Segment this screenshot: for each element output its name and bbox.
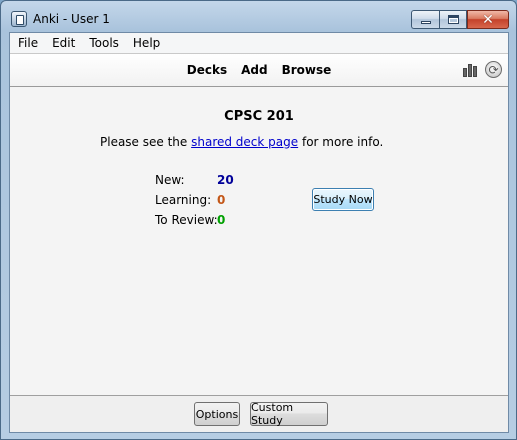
maximize-button[interactable] <box>439 10 467 29</box>
top-toolbar: Decks Add Browse ⟳ <box>10 53 508 87</box>
learning-count: 0 <box>217 193 226 207</box>
learning-label: Learning: <box>155 193 212 207</box>
custom-study-button[interactable]: Custom Study <box>250 401 328 427</box>
window-title: Anki - User 1 <box>33 12 110 26</box>
minimize-icon <box>420 21 431 24</box>
decks-link[interactable]: Decks <box>187 63 227 77</box>
title-bar[interactable]: Anki - User 1 ✕ <box>1 1 516 32</box>
close-icon: ✕ <box>482 11 494 28</box>
info-prefix: Please see the <box>100 135 188 149</box>
new-label: New: <box>155 173 185 187</box>
bottom-bar: Options Custom Study <box>10 395 508 432</box>
menu-file[interactable]: File <box>10 33 45 53</box>
info-suffix: for more info. <box>301 135 384 149</box>
options-button[interactable]: Options <box>194 402 240 426</box>
close-button[interactable]: ✕ <box>467 10 509 29</box>
maximize-icon <box>447 15 459 24</box>
study-now-button[interactable]: Study Now <box>312 188 374 211</box>
review-label: To Review: <box>155 213 218 227</box>
menu-edit[interactable]: Edit <box>45 33 82 53</box>
anki-app-icon[interactable] <box>11 11 27 27</box>
add-link[interactable]: Add <box>241 63 267 77</box>
menu-tools[interactable]: Tools <box>82 33 126 53</box>
deck-title: CPSC 201 <box>224 109 294 124</box>
client-area: File Edit Tools Help Decks Add Browse ⟳ … <box>9 32 509 433</box>
deck-overview: CPSC 201 Please see the shared deck page… <box>10 87 508 395</box>
toolbar-links: Decks Add Browse <box>10 54 508 86</box>
browse-link[interactable]: Browse <box>282 63 332 77</box>
menu-bar: File Edit Tools Help <box>10 33 508 53</box>
minimize-button[interactable] <box>411 10 439 29</box>
stats-icon[interactable] <box>463 63 479 77</box>
new-count: 20 <box>217 173 234 187</box>
deck-info-line: Please see the shared deck page for more… <box>100 135 383 149</box>
sync-icon[interactable]: ⟳ <box>485 61 502 78</box>
shared-deck-link[interactable]: shared deck page <box>191 135 298 149</box>
menu-help[interactable]: Help <box>126 33 167 53</box>
review-count: 0 <box>217 213 226 227</box>
app-window: Anki - User 1 ✕ File Edit Tools Help Dec… <box>0 0 517 440</box>
